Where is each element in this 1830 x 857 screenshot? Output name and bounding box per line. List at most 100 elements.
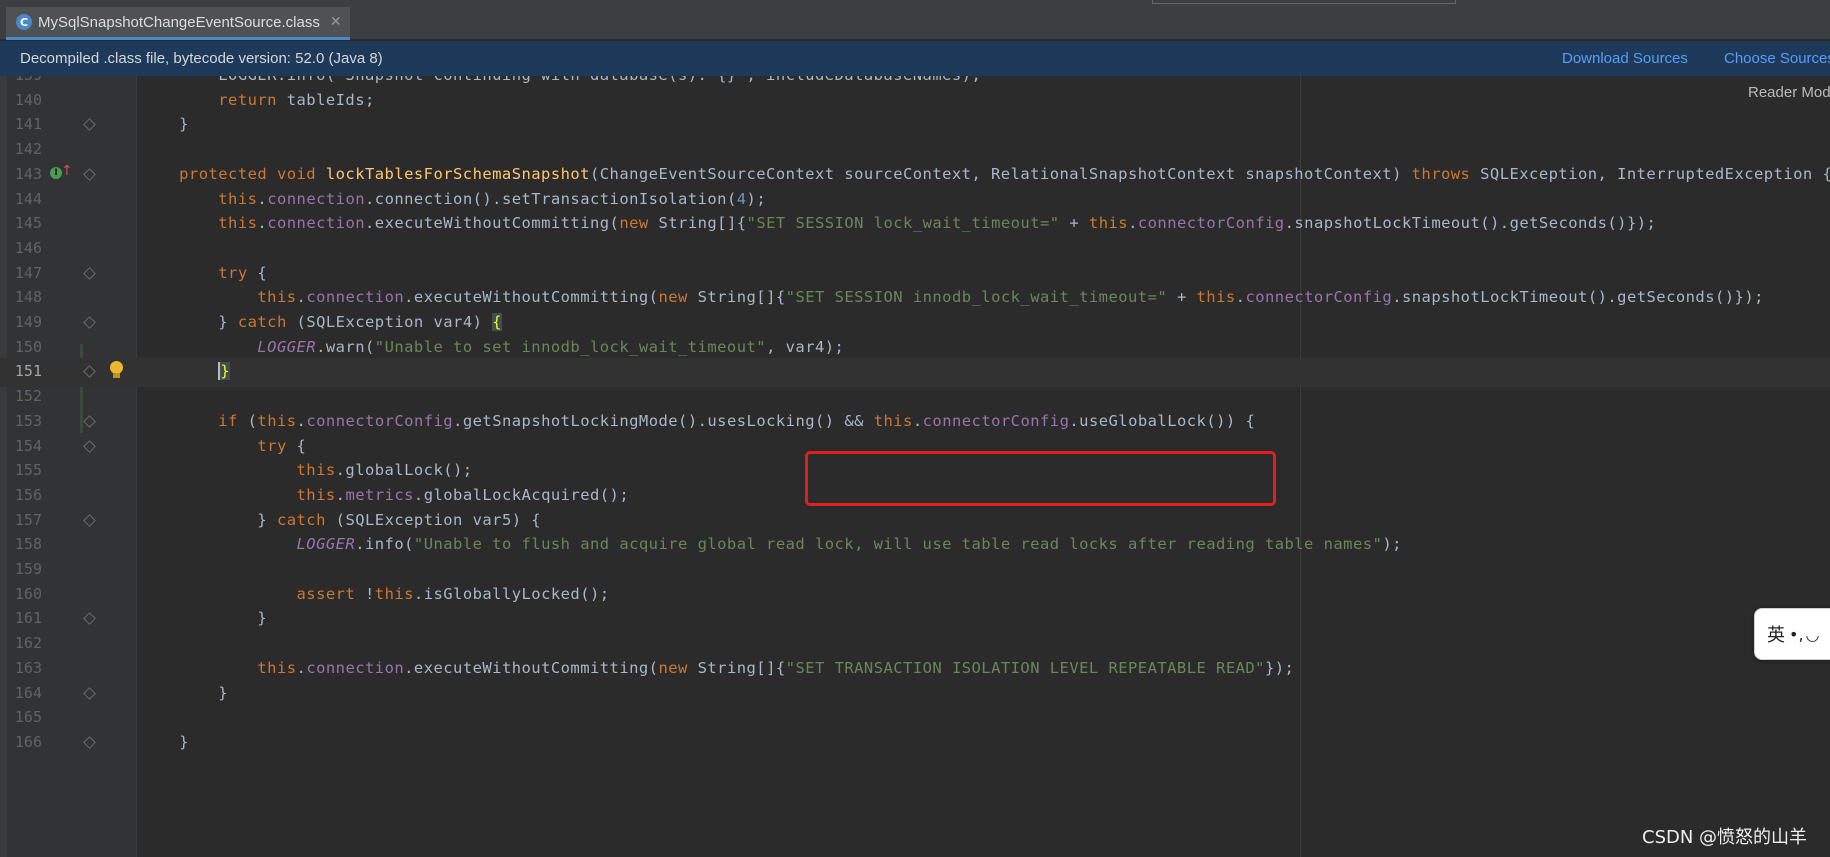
line-number[interactable]: 145 xyxy=(10,214,42,232)
code-token: connection xyxy=(267,214,366,233)
line-number[interactable]: 141 xyxy=(10,115,42,133)
code-token: return xyxy=(140,90,277,109)
code-text: LOGGER.info("Snapshot continuing with da… xyxy=(140,76,981,84)
fold-marker-icon[interactable] xyxy=(83,266,96,280)
search-field-edge[interactable] xyxy=(1152,0,1456,4)
line-number[interactable]: 166 xyxy=(10,733,42,751)
code-token: . xyxy=(257,214,268,233)
fold-marker-icon[interactable] xyxy=(83,612,96,626)
reader-mode-button[interactable]: Reader Mode xyxy=(1748,84,1830,101)
line-number[interactable]: 140 xyxy=(10,91,42,109)
line-number[interactable]: 163 xyxy=(10,659,42,677)
line-number[interactable]: 144 xyxy=(10,190,42,208)
code-token: .snapshotLockTimeout().getSeconds()}); xyxy=(1284,214,1657,233)
line-number[interactable]: 142 xyxy=(10,140,42,158)
code-token: new xyxy=(658,658,698,677)
code-token: } xyxy=(140,683,229,702)
code-text: protected void lockTablesForSchemaSnapsh… xyxy=(140,165,1830,183)
code-token: assert xyxy=(140,584,365,603)
code-text: } catch (SQLException var4) { xyxy=(140,313,502,331)
lightbulb-icon[interactable] xyxy=(110,361,123,379)
code-text: assert !this.isGloballyLocked(); xyxy=(140,585,610,603)
code-token: . xyxy=(296,411,307,430)
line-number[interactable]: 139 xyxy=(10,76,42,84)
code-token: connection xyxy=(306,288,405,307)
code-token: "Unable to set innodb_lock_wait_timeout" xyxy=(374,337,767,356)
line-number[interactable]: 149 xyxy=(10,313,42,331)
line-number[interactable]: 146 xyxy=(10,239,42,257)
line-number[interactable]: 157 xyxy=(10,511,42,529)
fold-marker-icon[interactable] xyxy=(83,736,96,749)
choose-sources-link[interactable]: Choose Sources... xyxy=(1724,50,1830,67)
line-number[interactable]: 154 xyxy=(10,437,42,455)
line-number[interactable]: 150 xyxy=(10,338,42,356)
code-token: } xyxy=(218,362,231,381)
code-token: ); xyxy=(746,189,767,208)
line-number[interactable]: 164 xyxy=(10,684,42,702)
code-text: LOGGER.warn("Unable to set innodb_lock_w… xyxy=(140,338,844,356)
code-token: 4 xyxy=(736,189,747,208)
fold-marker-icon[interactable] xyxy=(83,365,96,379)
tab-mysql-snapshot-class[interactable]: C MySqlSnapshotChangeEventSource.class ✕ xyxy=(6,7,350,40)
code-token: this xyxy=(1196,288,1236,307)
download-sources-link[interactable]: Download Sources xyxy=(1562,50,1688,67)
code-token: this xyxy=(140,658,297,677)
line-number[interactable]: 153 xyxy=(10,412,42,430)
line-number[interactable]: 165 xyxy=(10,708,42,726)
line-number[interactable]: 162 xyxy=(10,634,42,652)
fold-marker-icon[interactable] xyxy=(83,118,96,132)
line-number[interactable]: 151 xyxy=(10,362,42,380)
line-number[interactable]: 152 xyxy=(10,387,42,405)
code-token: . xyxy=(1128,214,1138,233)
line-number[interactable]: 156 xyxy=(10,486,42,504)
code-token: .connection().setTransactionIsolation( xyxy=(365,189,737,208)
ime-status-widget[interactable]: 英 •, ◡ xyxy=(1754,608,1830,660)
fold-marker-icon[interactable] xyxy=(83,167,96,181)
code-token: }); xyxy=(1264,658,1295,677)
line-number[interactable]: 161 xyxy=(10,609,42,627)
code-token: "Unable to flush and acquire global read… xyxy=(413,535,1383,554)
code-token: connection xyxy=(306,658,405,677)
line-number[interactable]: 159 xyxy=(10,560,42,578)
line-number[interactable]: 148 xyxy=(10,288,42,306)
code-token: . xyxy=(296,658,307,677)
code-token: metrics xyxy=(345,485,414,504)
code-token: LOGGER xyxy=(140,535,356,554)
line-number[interactable]: 158 xyxy=(10,535,42,553)
code-token: connectorConfig xyxy=(1137,214,1285,233)
code-token: + xyxy=(1167,288,1197,307)
code-token: try xyxy=(140,263,258,282)
code-token: .isGloballyLocked(); xyxy=(413,584,610,603)
line-number[interactable]: 160 xyxy=(10,585,42,603)
fold-marker-icon[interactable] xyxy=(83,439,96,453)
fold-marker-icon[interactable] xyxy=(83,686,96,700)
code-token: "SET SESSION innodb_lock_wait_timeout=" xyxy=(785,288,1168,307)
fold-marker-icon[interactable] xyxy=(83,513,96,527)
ime-language: 英 xyxy=(1767,625,1785,646)
highlight-annotation-box xyxy=(805,451,1276,506)
fold-marker-icon[interactable] xyxy=(83,414,96,428)
code-token: { xyxy=(296,436,307,455)
code-text: } xyxy=(140,733,189,751)
close-icon[interactable]: ✕ xyxy=(330,14,342,30)
code-line-166[interactable]: 166 } xyxy=(0,729,1830,758)
code-token: String[]{ xyxy=(697,288,786,307)
code-token: } xyxy=(140,609,268,628)
override-arrow-icon[interactable]: ↑ xyxy=(61,163,73,179)
line-number[interactable]: 155 xyxy=(10,461,42,479)
code-token: } xyxy=(140,510,277,529)
banner-text: Decompiled .class file, bytecode version… xyxy=(20,50,383,67)
fold-marker-icon[interactable] xyxy=(83,316,96,329)
code-token: this xyxy=(140,189,258,208)
code-token: . xyxy=(296,288,307,307)
code-token: .globalLock(); xyxy=(335,461,473,480)
code-text: LOGGER.info("Unable to flush and acquire… xyxy=(140,535,1402,553)
code-token: + xyxy=(1059,214,1089,233)
line-number[interactable]: 147 xyxy=(10,264,42,282)
code-token: catch xyxy=(276,510,336,529)
decompiled-banner: Decompiled .class file, bytecode version… xyxy=(0,41,1830,76)
code-token: if xyxy=(140,411,248,430)
code-token: .executeWithoutCommitting( xyxy=(404,288,659,307)
line-number[interactable]: 143 xyxy=(10,165,42,183)
